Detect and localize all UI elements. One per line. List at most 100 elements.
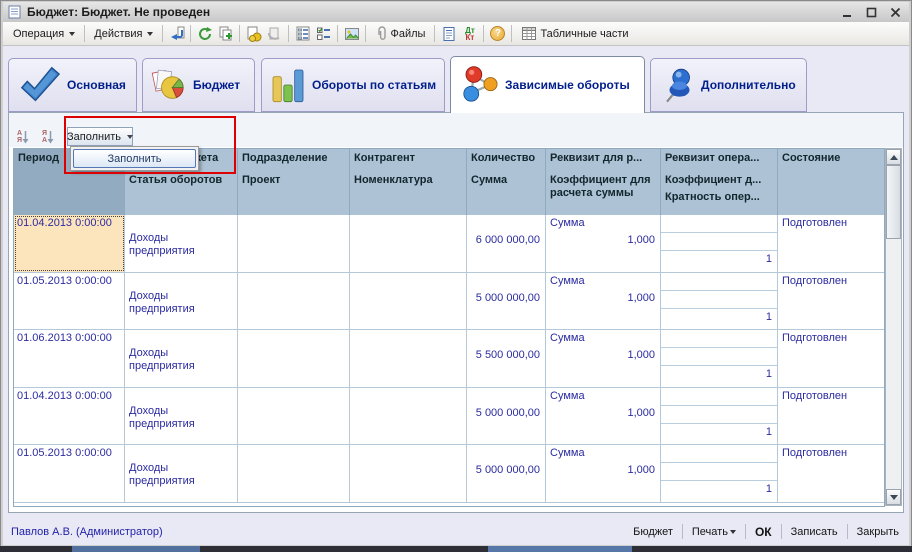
column-header-state[interactable]: Состояние [778,149,884,215]
vertical-scrollbar[interactable] [885,148,902,506]
background-strip [0,546,912,552]
post-document-icon[interactable] [243,24,264,43]
tab-additional[interactable]: Дополнительно [650,58,807,112]
files-button[interactable]: Файлы [369,23,431,44]
cell-state[interactable]: Подготовлен [778,388,884,445]
cell-requisite[interactable]: Сумма1,000 [546,330,661,387]
cell-operation-requisite[interactable]: 1 [661,445,778,502]
cell-amount[interactable]: 6 000 000,00 [467,215,546,272]
maximize-button[interactable] [864,6,878,18]
table-row: 01.05.2013 0:00:00 Доходы предприятия 5 … [14,273,884,331]
minimize-button[interactable] [840,6,854,18]
cell-requisite[interactable]: Сумма1,000 [546,445,661,502]
cell-state[interactable]: Подготовлен [778,445,884,502]
column-header-quantity[interactable]: КоличествоСумма [467,149,546,215]
cell-operation-requisite[interactable]: 1 [661,215,778,272]
actions-menu-button[interactable]: Действия [88,25,159,43]
cell-amount[interactable]: 5 000 000,00 [467,273,546,330]
cell-state[interactable]: Подготовлен [778,273,884,330]
cell-department[interactable] [238,330,350,387]
tab-main[interactable]: Основная [8,58,137,112]
table-parts-button[interactable]: Табличные части [515,23,634,44]
tab-budget[interactable]: Бюджет [142,58,255,112]
ok-button[interactable]: ОК [746,525,781,539]
table-icon [521,26,537,41]
bar-chart-icon [268,65,308,105]
table-row: 01.05.2013 0:00:00 Доходы предприятия 5 … [14,445,884,503]
list-filter-icon[interactable] [313,24,334,43]
cell-requisite[interactable]: Сумма1,000 [546,388,661,445]
tab-label: Зависимые обороты [505,78,630,92]
column-header-department[interactable]: ПодразделениеПроект [238,149,350,215]
fill-button[interactable]: Заполнить [67,127,133,146]
cell-turnover-article[interactable]: Доходы предприятия [125,445,238,502]
sort-descending-button[interactable]: ЯА [37,127,59,146]
cell-period[interactable]: 01.05.2013 0:00:00 [14,273,125,330]
cell-requisite[interactable]: Сумма1,000 [546,273,661,330]
cell-state[interactable]: Подготовлен [778,215,884,272]
pushpin-icon [657,64,697,106]
column-header-requisite[interactable]: Реквизит для р...Коэффициент для расчета… [546,149,661,215]
chevron-down-icon [147,32,153,36]
close-form-button[interactable]: Закрыть [848,526,901,538]
cell-contractor[interactable] [350,388,467,445]
cell-amount[interactable]: 5 000 000,00 [467,388,546,445]
cell-operation-requisite[interactable]: 1 [661,273,778,330]
cell-operation-requisite[interactable]: 1 [661,388,778,445]
local-toolbar [9,113,903,147]
cell-operation-requisite[interactable]: 1 [661,330,778,387]
goto-document-icon[interactable] [166,24,187,43]
cell-turnover-article[interactable]: Доходы предприятия [125,388,238,445]
cell-contractor[interactable] [350,215,467,272]
cell-turnover-article[interactable]: Доходы предприятия [125,330,238,387]
scroll-down-button[interactable] [886,489,901,505]
copy-add-icon[interactable] [215,24,236,43]
budget-button[interactable]: Бюджет [624,526,682,538]
column-header-contractor[interactable]: КонтрагентНоменклатура [350,149,467,215]
tab-turnovers-by-articles[interactable]: Обороты по статьям [261,58,445,112]
table-row: 01.04.2013 0:00:00 Доходы предприятия 5 … [14,388,884,446]
cell-contractor[interactable] [350,445,467,502]
cell-requisite[interactable]: Сумма1,000 [546,215,661,272]
list-settings-icon[interactable] [292,24,313,43]
cell-department[interactable] [238,445,350,502]
cell-contractor[interactable] [350,330,467,387]
cell-turnover-article[interactable]: Доходы предприятия [125,273,238,330]
sort-ascending-button[interactable]: АЯ [12,127,34,146]
cell-department[interactable] [238,215,350,272]
cell-state[interactable]: Подготовлен [778,330,884,387]
save-button[interactable]: Записать [782,526,847,538]
undo-post-icon[interactable] [264,24,285,43]
tab-dependent-turnovers[interactable]: Зависимые обороты [450,56,645,113]
tab-label: Обороты по статьям [312,78,436,92]
arrow-down-icon [47,130,54,144]
cell-department[interactable] [238,273,350,330]
dt-kt-icon[interactable]: Дт Кт [459,24,480,43]
close-button[interactable] [888,6,902,18]
cell-period[interactable]: 01.06.2013 0:00:00 [14,330,125,387]
help-icon[interactable]: ? [487,24,508,43]
cell-contractor[interactable] [350,273,467,330]
cell-turnover-article[interactable]: Доходы предприятия [125,215,238,272]
table-row: 01.04.2013 0:00:00 Доходы предприятия 6 … [14,215,884,273]
molecule-icon [459,64,501,106]
partial-row [14,503,884,506]
column-header-operation-requisite[interactable]: Реквизит опера...Коэффициент д...Кратнос… [661,149,778,215]
cell-department[interactable] [238,388,350,445]
scroll-up-button[interactable] [886,149,901,165]
cell-period[interactable]: 01.04.2013 0:00:00 [14,215,125,272]
refresh-icon[interactable] [194,24,215,43]
operation-menu-button[interactable]: Операция [7,25,81,43]
image-icon[interactable] [341,24,362,43]
cell-amount[interactable]: 5 000 000,00 [467,445,546,502]
print-button[interactable]: Печать [683,526,745,538]
report-icon[interactable] [438,24,459,43]
scrollbar-thumb[interactable] [886,165,901,239]
menu-item-fill[interactable]: Заполнить [73,149,196,168]
cell-period[interactable]: 01.04.2013 0:00:00 [14,388,125,445]
title-bar: Бюджет: Бюджет. Не проведен [3,2,909,22]
cell-period[interactable]: 01.05.2013 0:00:00 [14,445,125,502]
fill-dropdown-menu: Заполнить [70,146,199,171]
chevron-down-icon [69,32,75,36]
cell-amount[interactable]: 5 500 000,00 [467,330,546,387]
